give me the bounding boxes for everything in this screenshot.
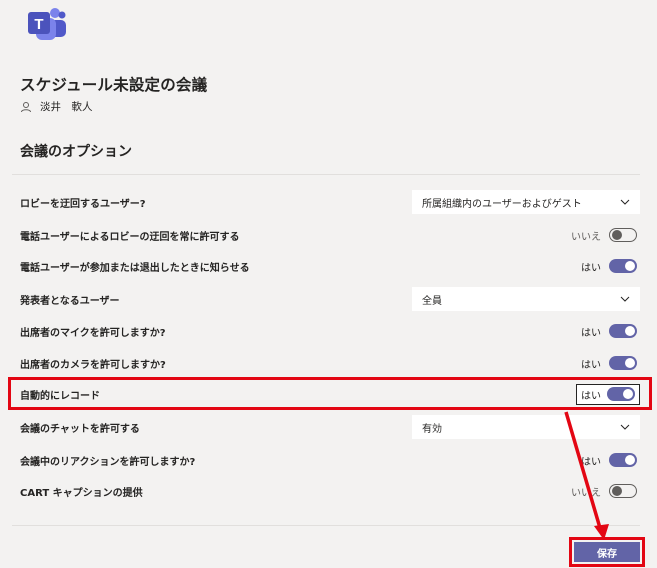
cart-toggle[interactable]: [609, 484, 637, 498]
toggle-knob: [612, 486, 622, 496]
option-label: 出席者のカメラを許可しますか?: [20, 359, 166, 371]
bypass-lobby-dropdown[interactable]: 所属組織内のユーザーおよびゲスト: [412, 190, 640, 214]
option-announce: 電話ユーザーが参加または退出したときに知らせる はい: [20, 254, 640, 278]
chevron-down-icon: [620, 199, 630, 205]
option-label: 出席者のマイクを許可しますか?: [20, 327, 166, 339]
section-title: 会議のオプション: [20, 144, 132, 160]
phone-bypass-toggle[interactable]: [609, 228, 637, 242]
option-label: 電話ユーザーによるロビーの迂回を常に許可する: [20, 231, 240, 243]
toggle-knob: [625, 455, 635, 465]
toggle-knob: [612, 230, 622, 240]
save-button[interactable]: 保存: [574, 542, 640, 562]
option-phone-bypass: 電話ユーザーによるロビーの迂回を常に許可する いいえ: [20, 223, 640, 247]
toggle-state: はい: [581, 327, 601, 339]
toggle-knob: [625, 326, 635, 336]
divider: [12, 525, 640, 526]
announce-toggle[interactable]: [609, 259, 637, 273]
option-label: CART キャプションの提供: [20, 487, 143, 499]
option-label: 会議中のリアクションを許可しますか?: [20, 456, 196, 468]
presenters-dropdown[interactable]: 全員: [412, 287, 640, 311]
organizer: 淡井 軟人: [20, 99, 93, 114]
reactions-toggle[interactable]: [609, 453, 637, 467]
toggle-knob: [625, 261, 635, 271]
chat-dropdown[interactable]: 有効: [412, 415, 640, 439]
option-label: 電話ユーザーが参加または退出したときに知らせる: [20, 262, 250, 274]
divider: [12, 174, 640, 175]
toggle-state: はい: [581, 456, 601, 468]
highlight-auto-record: [8, 377, 652, 410]
organizer-name: 淡井 軟人: [40, 101, 93, 113]
option-cart: CART キャプションの提供 いいえ: [20, 479, 640, 503]
toggle-state: はい: [581, 262, 601, 274]
option-mic: 出席者のマイクを許可しますか? はい: [20, 319, 640, 343]
meeting-title: スケジュール未設定の会議: [20, 76, 208, 94]
dropdown-value: 有効: [422, 423, 442, 435]
dropdown-value: 所属組織内のユーザーおよびゲスト: [422, 198, 582, 210]
teams-logo-icon: T: [28, 8, 66, 40]
dropdown-value: 全員: [422, 295, 442, 307]
toggle-state: いいえ: [571, 487, 601, 499]
person-icon: [21, 101, 31, 112]
toggle-state: いいえ: [571, 231, 601, 243]
svg-text:T: T: [34, 16, 43, 33]
option-camera: 出席者のカメラを許可しますか? はい: [20, 351, 640, 375]
toggle-state: はい: [581, 359, 601, 371]
chevron-down-icon: [620, 296, 630, 302]
toggle-knob: [625, 358, 635, 368]
camera-toggle[interactable]: [609, 356, 637, 370]
chevron-down-icon: [620, 424, 630, 430]
option-reactions: 会議中のリアクションを許可しますか? はい: [20, 448, 640, 472]
mic-toggle[interactable]: [609, 324, 637, 338]
